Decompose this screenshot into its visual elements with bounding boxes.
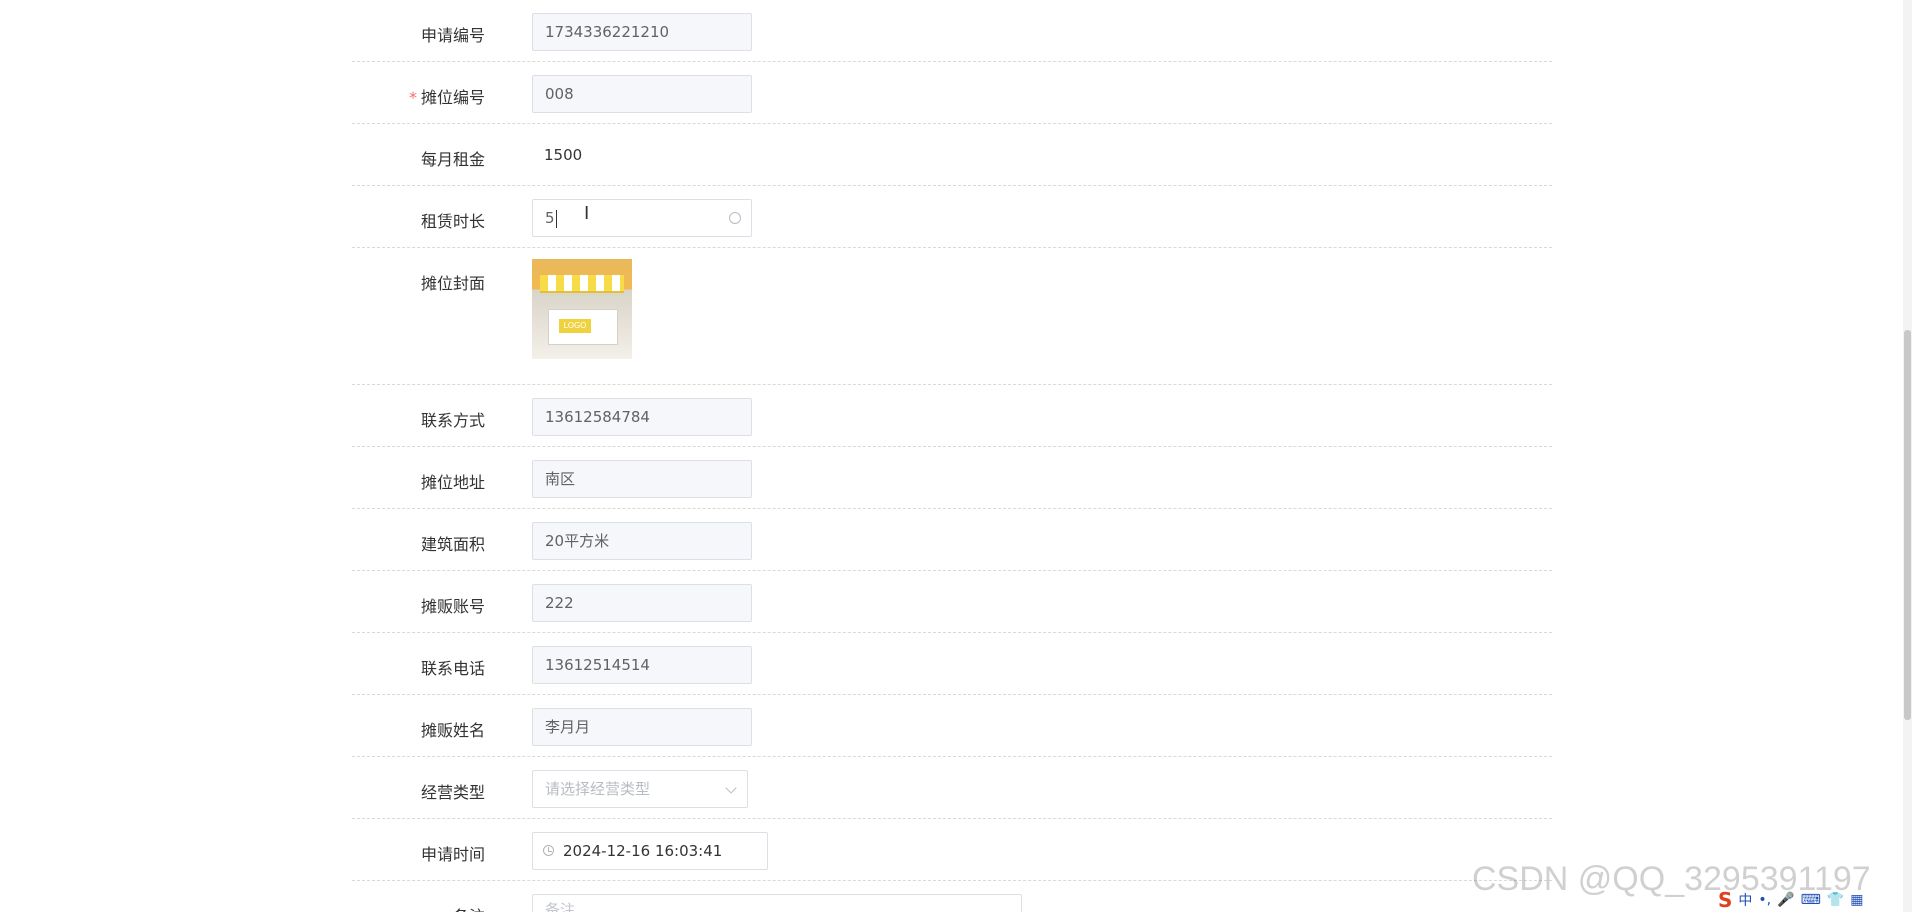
floor-area-input: 20平方米 [532,522,752,560]
form-row-vendor-account: 摊贩账号 222 [352,571,1552,633]
label-contact-method: 联系方式 [420,411,485,430]
ime-mode[interactable]: 中 [1738,890,1752,910]
stall-address-input: 南区 [532,460,752,498]
cart-logo: LOGO [559,319,591,333]
application-time-value: 2024-12-16 16:03:41 [563,842,723,860]
ime-logo-icon: S [1718,888,1733,912]
remarks-textarea[interactable]: 备注 [532,894,1022,912]
awning-graphic [540,275,624,293]
microphone-icon[interactable]: 🎤 [1777,892,1794,908]
label-stall-address: 摊位地址 [420,473,485,492]
vendor-name-input: 李月月 [532,708,752,746]
lease-duration-value: 5 [545,209,555,227]
scrollbar-thumb[interactable] [1904,330,1911,720]
text-caret [555,209,557,228]
form-row-vendor-name: 摊贩姓名 李月月 [352,695,1552,757]
label-stall-number: * 摊位编号 [352,84,485,108]
text-cursor-icon: I [584,203,590,224]
label-stall-number-text: 摊位编号 [420,88,485,107]
form-row-contact-phone: 联系电话 13612514514 [352,633,1552,695]
keyboard-icon[interactable]: ⌨ [1801,892,1821,908]
application-number-input: 1734336221210 [532,13,752,51]
label-monthly-rent: 每月租金 [420,150,485,169]
ime-toolbar[interactable]: S 中 •, 🎤 ⌨ 👕 ▦ [1718,888,1900,912]
stall-number-input: 008 [532,75,752,113]
form-row-floor-area: 建筑面积 20平方米 [352,509,1552,571]
form-row-stall-address: 摊位地址 南区 [352,447,1552,509]
vendor-account-input: 222 [532,584,752,622]
shirt-icon[interactable]: 👕 [1827,892,1844,908]
label-vendor-account: 摊贩账号 [420,597,485,616]
label-vendor-name: 摊贩姓名 [420,721,485,740]
label-floor-area: 建筑面积 [420,535,485,554]
form-row-contact-method: 联系方式 13612584784 [352,385,1552,447]
label-business-type: 经营类型 [420,783,485,802]
lease-duration-input[interactable]: 5 [532,199,752,237]
application-form: 申请编号 1734336221210 * 摊位编号 008 每月租金 1500 租… [352,0,1552,912]
form-row-application-time: 申请时间 2024-12-16 16:03:41 [352,819,1552,881]
form-row-monthly-rent: 每月租金 1500 [352,124,1552,186]
label-lease-duration: 租赁时长 [420,212,485,231]
chevron-down-icon [725,782,737,794]
contact-phone-input: 13612514514 [532,646,752,684]
contact-method-input: 13612584784 [532,398,752,436]
form-row-stall-cover: 摊位封面 LOGO [352,248,1552,385]
clock-icon [543,845,554,856]
punctuation-icon[interactable]: •, [1758,892,1771,908]
stall-cover-image[interactable]: LOGO [532,259,632,359]
label-application-number: 申请编号 [420,26,485,45]
label-stall-cover: 摊位封面 [420,274,485,293]
business-type-placeholder: 请选择经营类型 [545,780,651,798]
application-time-picker[interactable]: 2024-12-16 16:03:41 [532,832,768,870]
grid-icon[interactable]: ▦ [1850,892,1863,908]
clear-icon[interactable] [729,212,741,224]
form-row-remarks: 备注 备注 [352,881,1552,912]
label-remarks: 备注 [352,903,485,912]
vertical-scrollbar[interactable] [1903,0,1912,912]
business-type-select[interactable]: 请选择经营类型 [532,770,748,808]
form-row-stall-number: * 摊位编号 008 [352,62,1552,124]
label-application-time: 申请时间 [420,845,485,864]
required-mark: * [408,88,417,107]
form-row-application-number: 申请编号 1734336221210 [352,0,1552,62]
page: 申请编号 1734336221210 * 摊位编号 008 每月租金 1500 租… [0,0,1912,912]
monthly-rent-value: 1500 [544,146,583,164]
remarks-placeholder: 备注 [545,901,576,912]
form-row-lease-duration: 租赁时长 5 I [352,186,1552,248]
label-contact-phone: 联系电话 [420,659,485,678]
form-row-business-type: 经营类型 请选择经营类型 [352,757,1552,819]
